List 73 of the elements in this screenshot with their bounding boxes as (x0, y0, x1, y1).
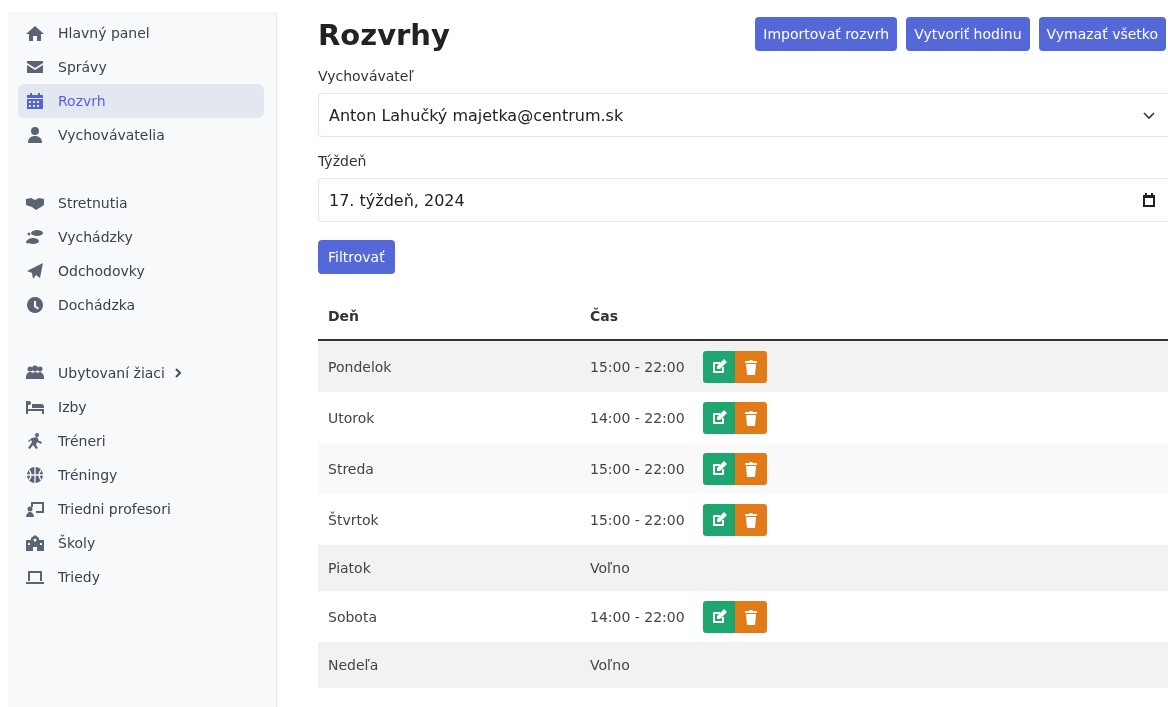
calendar-icon (1142, 193, 1156, 207)
calendar-icon (26, 93, 44, 109)
day-cell: Nedeľa (328, 657, 379, 673)
edit-icon (710, 608, 727, 625)
edit-button[interactable] (702, 401, 735, 434)
sidebar-item[interactable]: Triedy (18, 560, 264, 594)
time-cell: 14:00 - 22:00 (590, 608, 685, 625)
page-title: Rozvrhy (318, 18, 450, 52)
trash-icon (742, 608, 759, 625)
day-cell: Piatok (328, 560, 371, 576)
school-icon (26, 535, 44, 551)
field-label: Vychovávateľ (318, 68, 415, 84)
bed-icon (26, 399, 44, 415)
action-button[interactable]: Vymazať všetko (1038, 17, 1166, 51)
tutor-select[interactable]: Anton Lahučký majetka@centrum.sk (318, 93, 1168, 137)
day-cell: Sobota (328, 608, 377, 625)
sidebar-item[interactable]: Vychovávatelia (18, 118, 264, 152)
home-icon (26, 25, 44, 41)
sidebar-item[interactable]: Školy (18, 526, 264, 560)
day-cell: Utorok (328, 409, 375, 426)
time-cell: 15:00 - 22:00 (590, 460, 685, 477)
time-cell: Voľno (590, 657, 630, 673)
edit-button[interactable] (702, 503, 735, 536)
edit-button[interactable] (702, 452, 735, 485)
clock-icon (26, 297, 44, 313)
people-icon (26, 365, 44, 381)
person-icon (26, 127, 44, 143)
plane-icon (26, 263, 44, 279)
sidebar-item[interactable]: Odchodovky (18, 254, 264, 288)
filter-button[interactable]: Filtrovať (318, 240, 395, 274)
trash-icon (742, 409, 759, 426)
runner-icon (26, 433, 44, 449)
edit-button[interactable] (702, 350, 735, 383)
time-cell: 15:00 - 22:00 (590, 358, 685, 375)
day-cell: Pondelok (328, 358, 392, 375)
sidebar-item[interactable]: Dochádzka (18, 288, 264, 322)
sidebar-item[interactable]: Hlavný panel (18, 16, 264, 50)
delete-button[interactable] (734, 600, 767, 633)
action-button[interactable]: Importovať rozvrh (755, 17, 898, 51)
delete-button[interactable] (734, 503, 767, 536)
trash-icon (742, 460, 759, 477)
trash-icon (742, 511, 759, 528)
laptop-icon (26, 569, 44, 585)
sidebar-item[interactable]: Tréningy (18, 458, 264, 492)
time-cell: 14:00 - 22:00 (590, 409, 685, 426)
edit-icon (710, 409, 727, 426)
footprints-icon (26, 229, 44, 245)
action-button[interactable]: Vytvoriť hodinu (906, 17, 1030, 51)
sidebar-item[interactable]: Izby (18, 390, 264, 424)
ball-icon (26, 467, 44, 483)
teacher-icon (26, 501, 44, 517)
envelope-icon (26, 59, 44, 75)
edit-icon (710, 460, 727, 477)
day-cell: Streda (328, 460, 374, 477)
sidebar-item[interactable]: Správy (18, 50, 264, 84)
week-field[interactable]: 17. týždeň, 2024 (318, 178, 1168, 222)
edit-icon (710, 358, 727, 375)
sidebar-item[interactable]: Triedni profesori (18, 492, 264, 526)
delete-button[interactable] (734, 350, 767, 383)
sidebar-item[interactable]: Rozvrh (18, 84, 264, 118)
day-cell: Štvrtok (328, 511, 379, 528)
sidebar-item[interactable]: Ubytovaní žiaci (18, 356, 264, 390)
sidebar-item[interactable]: Stretnutia (18, 186, 264, 220)
sidebar-item[interactable]: Vychádzky (18, 220, 264, 254)
delete-button[interactable] (734, 401, 767, 434)
field-label: Týždeň (318, 153, 368, 169)
time-cell: Voľno (590, 560, 630, 576)
sidebar-item[interactable]: Tréneri (18, 424, 264, 458)
delete-button[interactable] (734, 452, 767, 485)
edit-icon (710, 511, 727, 528)
edit-button[interactable] (702, 600, 735, 633)
trash-icon (742, 358, 759, 375)
time-cell: 15:00 - 22:00 (590, 511, 685, 528)
